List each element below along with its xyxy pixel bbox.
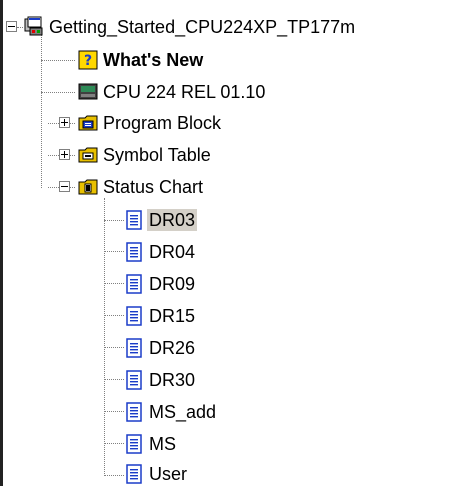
tree-item-program-block[interactable]: Program Block bbox=[101, 112, 223, 134]
status-chart-item-dr04[interactable]: DR04 bbox=[147, 241, 197, 263]
document-icon bbox=[126, 370, 142, 390]
project-tree: Getting_Started_CPU224XP_TP177m ? What's… bbox=[0, 0, 454, 486]
tree-line bbox=[104, 220, 124, 221]
status-chart-item-dr26[interactable]: DR26 bbox=[147, 337, 197, 359]
document-icon bbox=[126, 274, 142, 294]
tree-item-cpu[interactable]: CPU 224 REL 01.10 bbox=[101, 81, 267, 103]
document-icon bbox=[126, 242, 142, 262]
expand-program-block-toggle[interactable] bbox=[59, 117, 70, 128]
help-icon: ? bbox=[78, 50, 98, 70]
tree-item-symbol-table[interactable]: Symbol Table bbox=[101, 144, 213, 166]
tree-root-label[interactable]: Getting_Started_CPU224XP_TP177m bbox=[47, 16, 357, 38]
document-icon bbox=[126, 434, 142, 454]
collapse-root-toggle[interactable] bbox=[6, 21, 17, 32]
symbol-table-icon bbox=[78, 147, 98, 163]
project-icon bbox=[24, 16, 43, 36]
status-chart-item-ms-add[interactable]: MS_add bbox=[147, 401, 218, 423]
tree-line bbox=[104, 411, 124, 412]
status-chart-item-dr30[interactable]: DR30 bbox=[147, 369, 197, 391]
status-chart-item-dr15[interactable]: DR15 bbox=[147, 305, 197, 327]
tree-line bbox=[104, 347, 124, 348]
collapse-status-chart-toggle[interactable] bbox=[59, 181, 70, 192]
tree-line bbox=[104, 198, 105, 476]
cpu-icon bbox=[78, 83, 98, 100]
tree-line bbox=[104, 251, 124, 252]
tree-line bbox=[104, 379, 124, 380]
status-chart-item-user[interactable]: User bbox=[147, 463, 189, 485]
tree-line bbox=[104, 315, 124, 316]
folder-icon bbox=[78, 179, 98, 195]
tree-item-status-chart[interactable]: Status Chart bbox=[101, 176, 205, 198]
document-icon bbox=[126, 338, 142, 358]
tree-line bbox=[104, 283, 124, 284]
tree-line bbox=[104, 475, 124, 476]
status-chart-item-dr09[interactable]: DR09 bbox=[147, 273, 197, 295]
tree-line bbox=[41, 28, 42, 188]
status-chart-item-dr03[interactable]: DR03 bbox=[147, 209, 198, 231]
program-block-icon bbox=[78, 115, 98, 131]
expand-symbol-table-toggle[interactable] bbox=[59, 149, 70, 160]
tree-line bbox=[41, 60, 75, 61]
document-icon bbox=[126, 402, 142, 422]
document-icon bbox=[126, 306, 142, 326]
tree-item-whats-new[interactable]: What's New bbox=[101, 49, 205, 71]
svg-text:?: ? bbox=[84, 53, 92, 69]
tree-line bbox=[104, 443, 124, 444]
tree-line bbox=[17, 27, 23, 28]
document-icon bbox=[126, 210, 142, 230]
tree-line bbox=[41, 92, 75, 93]
status-chart-item-ms[interactable]: MS bbox=[147, 433, 178, 455]
document-icon bbox=[126, 464, 142, 484]
